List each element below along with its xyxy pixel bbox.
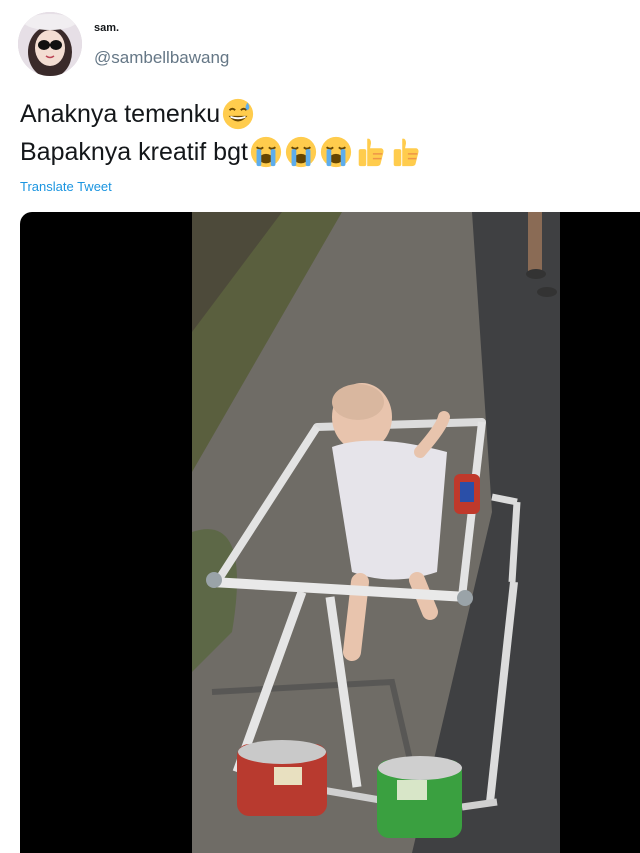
avatar[interactable] (18, 12, 82, 76)
thumbs-up-emoji-icon (358, 138, 384, 167)
translate-tweet-link[interactable]: Translate Tweet (20, 179, 112, 194)
video-frame-image[interactable] (192, 212, 560, 853)
avatar-image (18, 12, 82, 76)
author-name[interactable]: sam. (94, 22, 119, 34)
tweet-text: Anaknya temenku Bapaknya kreatif bgt (20, 95, 620, 171)
sweat-smile-emoji-icon (223, 98, 254, 130)
loudly-crying-emoji-icon (320, 136, 352, 168)
author-handle[interactable]: @sambellbawang (94, 48, 229, 68)
loudly-crying-emoji-icon (250, 136, 282, 168)
tweet-header: sam. @sambellbawang (18, 12, 618, 82)
tweet-media[interactable] (20, 212, 640, 853)
thumbs-up-emoji-icon (393, 138, 419, 167)
tweet-line-1: Anaknya temenku (20, 95, 620, 133)
loudly-crying-emoji-icon (285, 136, 317, 168)
tweet-line-2-text: Bapaknya kreatif bgt (20, 138, 248, 166)
tweet-line-2: Bapaknya kreatif bgt (20, 133, 620, 171)
tweet-line-1-text: Anaknya temenku (20, 100, 221, 128)
